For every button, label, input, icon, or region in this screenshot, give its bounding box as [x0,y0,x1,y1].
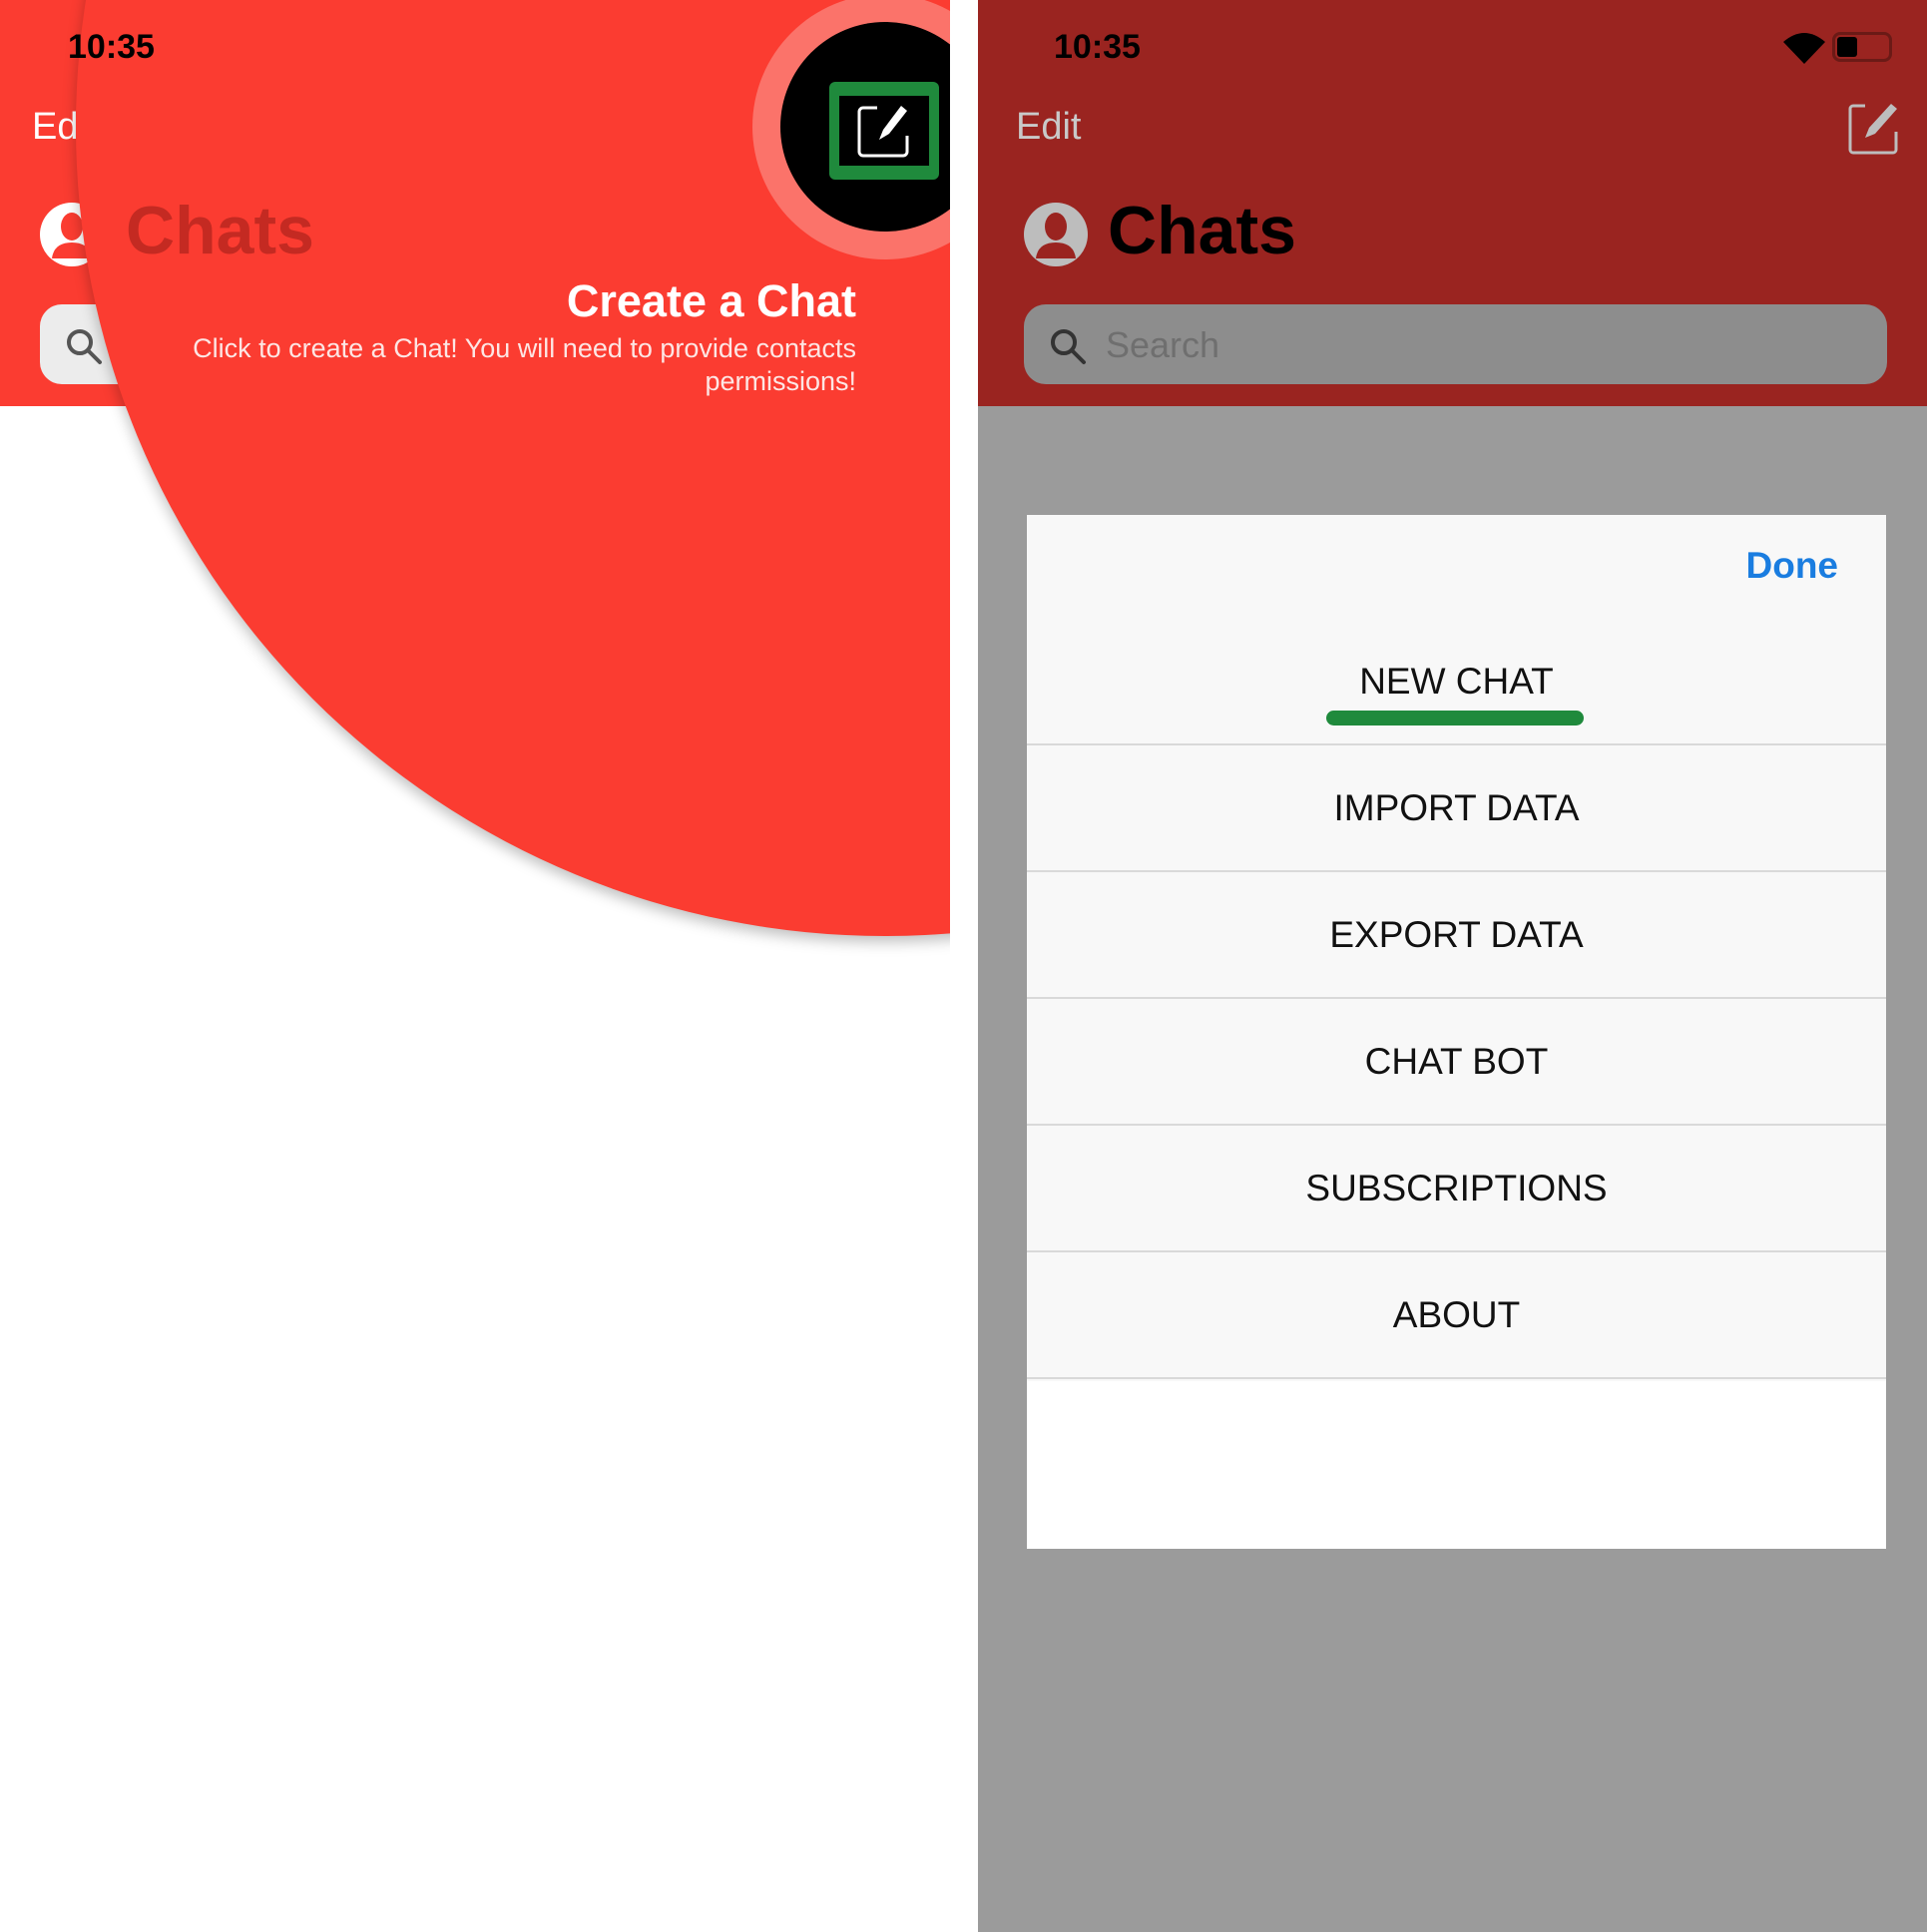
edit-button[interactable]: Edit [1016,106,1081,149]
battery-icon [1832,32,1892,62]
menu-footer [1027,1381,1886,1549]
compose-icon [857,106,909,158]
page-title: Chats [1108,193,1296,268]
done-button[interactable]: Done [1746,545,1839,587]
compose-button-highlight[interactable] [829,82,939,180]
left-screen: 10:35 Edit Chats Create a Chat Click to … [0,0,950,1932]
menu-item-export-data[interactable]: EXPORT DATA [1027,872,1886,999]
menu-item-about[interactable]: ABOUT [1027,1252,1886,1379]
menu-item-subscriptions[interactable]: SUBSCRIPTIONS [1027,1126,1886,1252]
highlight-underline [1326,711,1584,725]
user-icon [1036,213,1076,258]
nav-header: 10:35 Edit Chats Search [978,0,1927,406]
compose-icon[interactable] [1845,100,1901,156]
menu-item-chat-bot[interactable]: CHAT BOT [1027,999,1886,1126]
status-time: 10:35 [68,28,155,66]
tooltip-title: Create a Chat [566,275,856,326]
action-menu: Done NEW CHAT IMPORT DATA EXPORT DATA CH… [1027,515,1886,1549]
menu-item-import-data[interactable]: IMPORT DATA [1027,745,1886,872]
search-bar[interactable]: Search [1024,304,1887,384]
status-time: 10:35 [1054,28,1141,66]
search-icon [67,329,102,364]
right-screen: 10:35 Edit Chats Search Done NEW CHAT IM… [978,0,1927,1932]
page-title: Chats [126,193,314,268]
search-placeholder: Search [1106,324,1220,365]
menu-item-new-chat[interactable]: NEW CHAT [1027,619,1886,745]
wifi-icon [1783,33,1825,64]
tooltip-description: Click to create a Chat! You will need to… [193,333,856,396]
search-icon [1051,329,1086,364]
avatar[interactable] [1024,203,1088,266]
